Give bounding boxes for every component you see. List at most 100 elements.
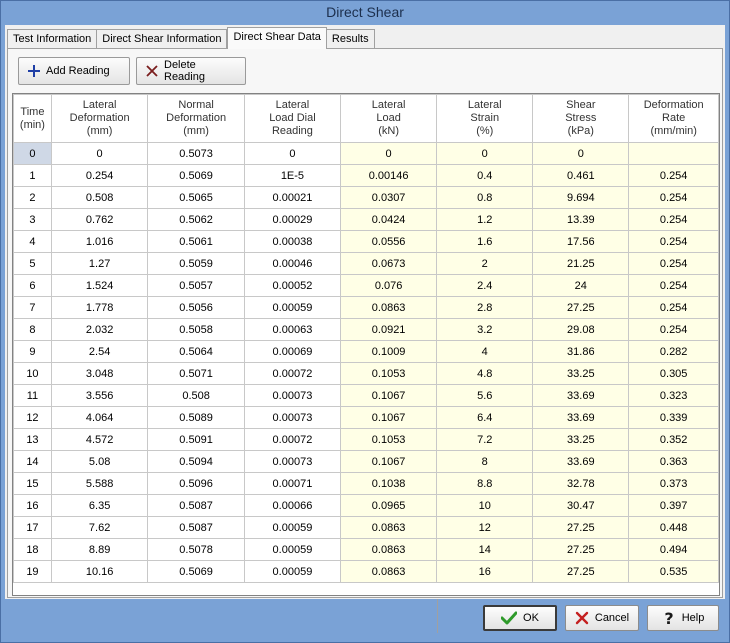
table-cell[interactable]: 0.5069: [147, 560, 245, 583]
table-cell[interactable]: 0.5062: [147, 208, 245, 231]
table-row[interactable]: 0 0 0.5073 0 0 0 0: [13, 142, 719, 165]
table-cell[interactable]: 0: [50, 142, 149, 165]
table-cell[interactable]: 1.016: [50, 230, 149, 253]
tab-results[interactable]: Results: [326, 29, 375, 49]
column-header[interactable]: Lateral Load Dial Reading: [243, 94, 342, 143]
table-row[interactable]: 18 8.89 0.5078 0.00059 0.0863 14 27.25 0.494: [13, 538, 719, 561]
table-cell[interactable]: 0.00073: [243, 450, 342, 473]
ok-button[interactable]: OK: [483, 605, 557, 631]
column-header[interactable]: Normal Deformation (mm): [147, 94, 245, 143]
column-header-line: (mm): [86, 125, 113, 137]
column-header[interactable]: Shear Stress (kPa): [532, 94, 630, 143]
table-row[interactable]: 9 2.54 0.5064 0.00069 0.1009 4 31.86 0.282: [13, 340, 719, 363]
table-row[interactable]: 8 2.032 0.5058 0.00063 0.0921 3.2 29.08 0.254: [13, 318, 719, 341]
cancel-button[interactable]: Cancel: [565, 605, 639, 631]
table-cell[interactable]: 0.5061: [147, 230, 245, 253]
table-cell[interactable]: 0.00059: [243, 538, 342, 561]
column-header[interactable]: Lateral Load (kN): [340, 94, 438, 143]
column-header[interactable]: Deformation Rate (mm/min): [628, 94, 719, 143]
table-cell[interactable]: 0.00021: [243, 186, 342, 209]
delete-reading-button[interactable]: Delete Reading: [136, 57, 246, 85]
table-cell[interactable]: 3.556: [50, 384, 149, 407]
table-row[interactable]: 6 1.524 0.5057 0.00052 0.076 2.4 24 0.254: [13, 274, 719, 297]
column-header-line: Lateral: [371, 99, 406, 111]
table-cell[interactable]: 3.048: [50, 362, 149, 385]
table-cell[interactable]: 0.00059: [243, 296, 342, 319]
table-cell[interactable]: 0.762: [50, 208, 149, 231]
table-cell[interactable]: 0.00059: [243, 560, 342, 583]
table-cell[interactable]: 1.27: [50, 252, 149, 275]
table-cell[interactable]: 2.54: [50, 340, 149, 363]
table-cell[interactable]: 0.5069: [147, 164, 245, 187]
table-cell[interactable]: 0.508: [147, 384, 245, 407]
table-row[interactable]: 1 0.254 0.5069 1E-5 0.00146 0.4 0.461 0.254: [13, 164, 719, 187]
tab-test-information[interactable]: Test Information: [7, 29, 98, 49]
table-cell[interactable]: 6.35: [50, 494, 149, 517]
table-cell[interactable]: 5.08: [50, 450, 149, 473]
column-header[interactable]: Lateral Strain (%): [436, 94, 534, 143]
table-cell[interactable]: 0.00029: [243, 208, 342, 231]
table-cell[interactable]: 1.778: [50, 296, 149, 319]
table-row[interactable]: 13 4.572 0.5091 0.00072 0.1053 7.2 33.25 0.352: [13, 428, 719, 451]
add-reading-button[interactable]: Add Reading: [18, 57, 130, 85]
table-cell[interactable]: 0.5064: [147, 340, 245, 363]
table-cell[interactable]: 0.254: [50, 164, 149, 187]
table-cell[interactable]: 1E-5: [243, 164, 342, 187]
table-cell[interactable]: 0.00066: [243, 494, 342, 517]
table-cell[interactable]: 0.00063: [243, 318, 342, 341]
table-cell[interactable]: 0.5057: [147, 274, 245, 297]
table-row[interactable]: 2 0.508 0.5065 0.00021 0.0307 0.8 9.694 0.254: [13, 186, 719, 209]
table-row[interactable]: 7 1.778 0.5056 0.00059 0.0863 2.8 27.25 0.254: [13, 296, 719, 319]
table-cell[interactable]: 0.00072: [243, 428, 342, 451]
table-cell[interactable]: 2.032: [50, 318, 149, 341]
table-cell[interactable]: 0.508: [50, 186, 149, 209]
table-cell[interactable]: 0.00073: [243, 384, 342, 407]
table-cell[interactable]: 0.00071: [243, 472, 342, 495]
table-cell[interactable]: 1.524: [50, 274, 149, 297]
table-cell[interactable]: 0.5056: [147, 296, 245, 319]
row-header-cell: 5: [13, 252, 52, 275]
table-cell[interactable]: 0.5089: [147, 406, 245, 429]
table-row[interactable]: 16 6.35 0.5087 0.00066 0.0965 10 30.47 0.397: [13, 494, 719, 517]
table-row[interactable]: 4 1.016 0.5061 0.00038 0.0556 1.6 17.56 0.254: [13, 230, 719, 253]
table-cell[interactable]: 10.16: [50, 560, 149, 583]
table-cell[interactable]: 0.5094: [147, 450, 245, 473]
table-cell[interactable]: 0.5087: [147, 494, 245, 517]
table-row[interactable]: 11 3.556 0.508 0.00073 0.1067 5.6 33.69 0.323: [13, 384, 719, 407]
table-cell[interactable]: 0: [243, 142, 342, 165]
tab-direct-shear-information[interactable]: Direct Shear Information: [97, 29, 228, 49]
table-row[interactable]: 5 1.27 0.5059 0.00046 0.0673 2 21.25 0.254: [13, 252, 719, 275]
table-cell[interactable]: 0.5096: [147, 472, 245, 495]
table-row[interactable]: 15 5.588 0.5096 0.00071 0.1038 8.8 32.78 0.373: [13, 472, 719, 495]
table-cell[interactable]: 0.00052: [243, 274, 342, 297]
table-cell[interactable]: 0.5087: [147, 516, 245, 539]
table-cell[interactable]: 8.89: [50, 538, 149, 561]
table-cell[interactable]: 0.5073: [147, 142, 245, 165]
column-header[interactable]: Lateral Deformation (mm): [50, 94, 149, 143]
table-cell[interactable]: 0.00073: [243, 406, 342, 429]
table-cell[interactable]: 0.5071: [147, 362, 245, 385]
help-button[interactable]: ? Help: [647, 605, 719, 631]
table-cell[interactable]: 4.064: [50, 406, 149, 429]
table-row[interactable]: 10 3.048 0.5071 0.00072 0.1053 4.8 33.25 0.305: [13, 362, 719, 385]
table-cell[interactable]: 0.00046: [243, 252, 342, 275]
table-cell[interactable]: 0.5059: [147, 252, 245, 275]
tab-direct-shear-data[interactable]: Direct Shear Data: [227, 27, 327, 49]
column-header[interactable]: Time (min): [13, 94, 52, 143]
table-cell[interactable]: 7.62: [50, 516, 149, 539]
table-cell[interactable]: 0.00069: [243, 340, 342, 363]
table-row[interactable]: 12 4.064 0.5089 0.00073 0.1067 6.4 33.69 0.339: [13, 406, 719, 429]
table-cell[interactable]: 0.5065: [147, 186, 245, 209]
table-cell[interactable]: 0.5078: [147, 538, 245, 561]
table-row[interactable]: 19 10.16 0.5069 0.00059 0.0863 16 27.25 0.535: [13, 560, 719, 583]
table-cell[interactable]: 0.5058: [147, 318, 245, 341]
table-row[interactable]: 17 7.62 0.5087 0.00059 0.0863 12 27.25 0.448: [13, 516, 719, 539]
table-cell[interactable]: 0.00059: [243, 516, 342, 539]
table-row[interactable]: 3 0.762 0.5062 0.00029 0.0424 1.2 13.39 0.254: [13, 208, 719, 231]
table-cell[interactable]: 5.588: [50, 472, 149, 495]
table-cell[interactable]: 0.00072: [243, 362, 342, 385]
table-cell[interactable]: 0.00038: [243, 230, 342, 253]
table-cell[interactable]: 0.5091: [147, 428, 245, 451]
table-row[interactable]: 14 5.08 0.5094 0.00073 0.1067 8 33.69 0.363: [13, 450, 719, 473]
table-cell[interactable]: 4.572: [50, 428, 149, 451]
